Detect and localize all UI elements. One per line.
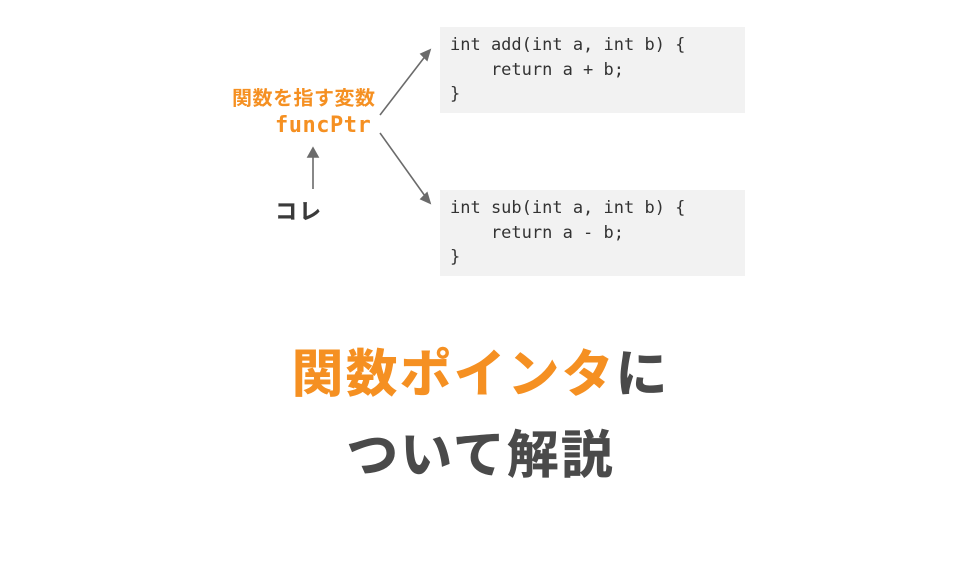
- funcptr-variable-name: funcPtr: [275, 113, 371, 138]
- arrow-to-add-icon: [375, 40, 445, 120]
- title-rest-text: に: [616, 332, 670, 407]
- code-block-add: int add(int a, int b) { return a + b; }: [440, 27, 745, 113]
- arrow-kore-up-icon: [303, 145, 323, 193]
- title-line-1: 関数ポインタに: [0, 330, 961, 411]
- diagram-container: 関数を指す変数 funcPtr コレ int add(int a, int b)…: [0, 0, 961, 300]
- title-line-2: ついて解説: [0, 411, 961, 492]
- this-pointer-label: コレ: [275, 194, 323, 226]
- variable-description-label: 関数を指す変数: [232, 82, 376, 111]
- arrow-to-sub-icon: [375, 128, 445, 213]
- title-container: 関数ポインタに ついて解説: [0, 330, 961, 491]
- code-block-sub: int sub(int a, int b) { return a - b; }: [440, 190, 745, 276]
- title-orange-text: 関数ポインタ: [291, 332, 615, 407]
